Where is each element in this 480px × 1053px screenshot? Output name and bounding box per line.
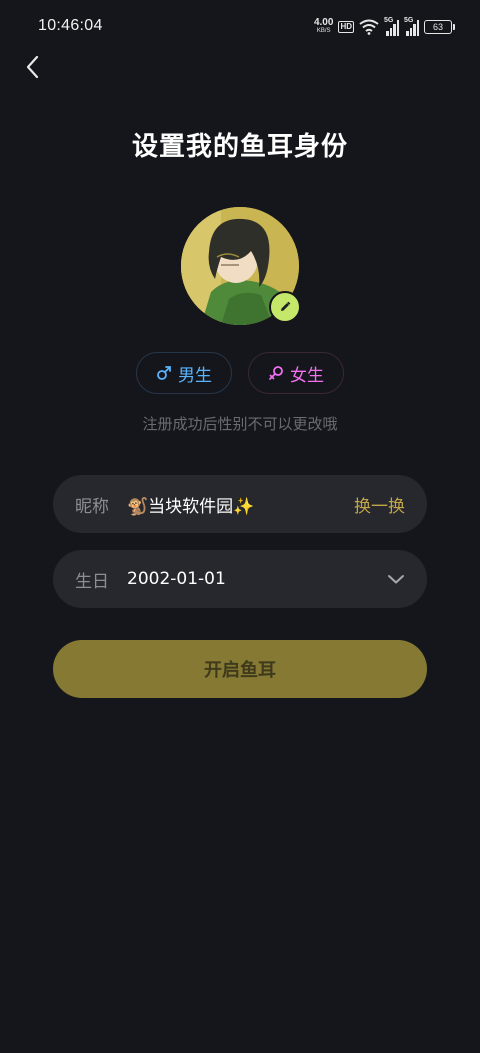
network-speed: 4.00 KB/S (314, 18, 333, 36)
signal-sim2-icon: 5G (404, 17, 419, 36)
chevron-down-icon (388, 575, 404, 584)
avatar-picker[interactable] (181, 207, 301, 325)
status-time: 10:46:04 (38, 17, 103, 34)
birthday-label: 生日 (75, 571, 109, 592)
male-symbol-icon (157, 366, 171, 380)
edit-avatar-button[interactable] (269, 291, 301, 323)
female-symbol-icon (269, 366, 283, 380)
refresh-nickname-button[interactable]: 换一换 (354, 492, 405, 517)
nickname-input[interactable]: 🐒当块软件园✨ (127, 492, 354, 517)
nickname-field: 昵称 🐒当块软件园✨ 换一换 (53, 475, 427, 533)
wifi-icon (359, 19, 379, 35)
gender-female-label: 女生 (290, 365, 324, 386)
chevron-left-icon (26, 55, 39, 79)
gender-note: 注册成功后性别不可以更改哦 (142, 415, 338, 433)
nickname-label: 昵称 (75, 496, 109, 517)
birthday-value: 2002-01-01 (127, 569, 226, 589)
back-button[interactable] (20, 52, 48, 82)
signal-sim1-icon: 5G (384, 17, 399, 36)
gender-selector: 男生 女生 (0, 352, 480, 394)
gender-male-label: 男生 (178, 365, 212, 386)
pencil-icon (281, 301, 291, 311)
start-button[interactable]: 开启鱼耳 (53, 640, 427, 698)
status-bar: 10:46:04 4.00 KB/S HD 5G 5G 63 (0, 0, 480, 56)
network-speed-value: 4.00 (313, 17, 334, 28)
status-icons: 4.00 KB/S HD 5G 5G 63 (314, 16, 455, 38)
battery-icon: 63 (424, 20, 455, 34)
birthday-picker[interactable]: 生日 2002-01-01 (53, 550, 427, 608)
signal-sim2-label: 5G (404, 17, 414, 24)
signal-sim1-label: 5G (384, 17, 394, 24)
network-speed-unit: KB/S (316, 28, 331, 34)
page-title: 设置我的鱼耳身份 (131, 132, 348, 162)
hd-icon: HD (338, 21, 354, 33)
gender-male-button[interactable]: 男生 (136, 352, 232, 394)
gender-female-button[interactable]: 女生 (248, 352, 344, 394)
